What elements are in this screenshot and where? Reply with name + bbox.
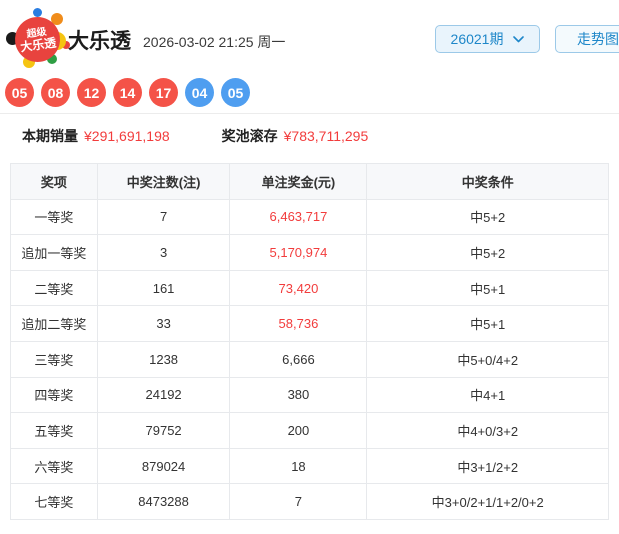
table-cell: 6,666 [229, 340, 368, 378]
back-ball: 05 [221, 78, 250, 107]
table-cell: 79752 [96, 412, 231, 449]
table-cell: 中5+0/4+2 [366, 340, 609, 378]
table-cell: 五等奖 [10, 412, 98, 449]
table-cell: 追加二等奖 [10, 305, 98, 342]
table-row: 二等奖 161 73,420 中5+1 [10, 269, 609, 307]
table-cell: 一等奖 [10, 198, 98, 236]
prize-table-body: 一等奖 7 6,463,717 中5+2 追加一等奖 3 5,170,974 中5+2 二等奖 1… [10, 198, 609, 520]
table-cell: 中3+0/2+1/1+2/0+2 [366, 483, 609, 520]
col-header-win-condition: 中奖条件 [366, 163, 609, 200]
col-header-prize-tier: 奖项 [10, 163, 98, 200]
trend-chart-button-label: 走势图 [577, 31, 619, 47]
prize-table: 奖项 中奖注数(注) 单注奖金(元) 中奖条件 一等奖 7 6,463,717 中5+… [10, 163, 609, 520]
table-cell: 三等奖 [10, 340, 98, 378]
sales-label: 本期销量 [22, 128, 78, 144]
table-cell: 33 [96, 305, 231, 342]
top-bar: 超级 大乐透 大乐透 2026-03-02 21:25 周一 26021期 走势… [0, 0, 619, 76]
table-cell: 中5+2 [366, 198, 609, 236]
page-title: 大乐透 [68, 30, 131, 53]
superlotto-logo: 超级 大乐透 [6, 8, 70, 70]
col-header-prize-amount: 单注奖金(元) [229, 163, 368, 200]
pool-label: 奖池滚存 [221, 128, 278, 144]
table-row: 一等奖 7 6,463,717 中5+2 [10, 198, 609, 236]
logo-text-bottom: 大乐透 [19, 35, 57, 54]
table-cell: 追加一等奖 [10, 234, 98, 271]
front-ball: 05 [5, 78, 34, 107]
chevron-down-icon [513, 35, 525, 42]
table-row: 三等奖 1238 6,666 中5+0/4+2 [10, 340, 609, 378]
sales-info-row: 本期销量 ¥291,691,198 奖池滚存 ¥783,711,295 [22, 126, 368, 146]
table-cell: 四等奖 [10, 376, 98, 414]
table-cell: 161 [96, 269, 231, 307]
front-ball: 17 [149, 78, 178, 107]
table-cell: 六等奖 [10, 447, 98, 485]
table-cell: 7 [229, 483, 368, 520]
table-cell: 24192 [96, 376, 231, 414]
table-cell: 18 [229, 447, 368, 485]
sales-value: ¥291,691,198 [84, 128, 170, 144]
section-divider [0, 113, 619, 114]
table-cell: 73,420 [229, 269, 368, 307]
table-header-row: 奖项 中奖注数(注) 单注奖金(元) 中奖条件 [10, 163, 609, 200]
front-ball: 14 [113, 78, 142, 107]
table-cell: 七等奖 [10, 483, 98, 520]
draw-datetime: 2026-03-02 21:25 周一 [143, 34, 286, 50]
trend-chart-button[interactable]: 走势图 [555, 25, 619, 53]
back-ball: 04 [185, 78, 214, 107]
period-selector-label: 26021期 [450, 31, 504, 47]
table-cell: 中4+1 [366, 376, 609, 414]
logo-dot-blue [33, 8, 42, 17]
table-cell: 7 [96, 198, 231, 236]
col-header-winner-count: 中奖注数(注) [96, 163, 231, 200]
table-cell: 中4+0/3+2 [366, 412, 609, 449]
table-cell: 中5+1 [366, 305, 609, 342]
table-cell: 中5+1 [366, 269, 609, 307]
table-cell: 8473288 [96, 483, 231, 520]
table-row: 七等奖 8473288 7 中3+0/2+1/1+2/0+2 [10, 483, 609, 520]
table-cell: 6,463,717 [229, 198, 368, 236]
table-cell: 二等奖 [10, 269, 98, 307]
table-cell: 58,736 [229, 305, 368, 342]
table-row: 六等奖 879024 18 中3+1/2+2 [10, 447, 609, 485]
table-cell: 中5+2 [366, 234, 609, 271]
table-cell: 3 [96, 234, 231, 271]
pool-value: ¥783,711,295 [283, 128, 369, 144]
table-cell: 5,170,974 [229, 234, 368, 271]
table-cell: 中3+1/2+2 [366, 447, 609, 485]
table-row: 五等奖 79752 200 中4+0/3+2 [10, 412, 609, 449]
front-ball: 08 [41, 78, 70, 107]
table-cell: 200 [229, 412, 368, 449]
table-cell: 1238 [96, 340, 231, 378]
table-row: 追加一等奖 3 5,170,974 中5+2 [10, 234, 609, 271]
table-row: 四等奖 24192 380 中4+1 [10, 376, 609, 414]
front-ball: 12 [77, 78, 106, 107]
table-cell: 879024 [96, 447, 231, 485]
table-cell: 380 [229, 376, 368, 414]
period-selector[interactable]: 26021期 [435, 25, 540, 53]
balls-row: 05 08 12 14 17 04 05 [5, 78, 250, 107]
table-row: 追加二等奖 33 58,736 中5+1 [10, 305, 609, 342]
